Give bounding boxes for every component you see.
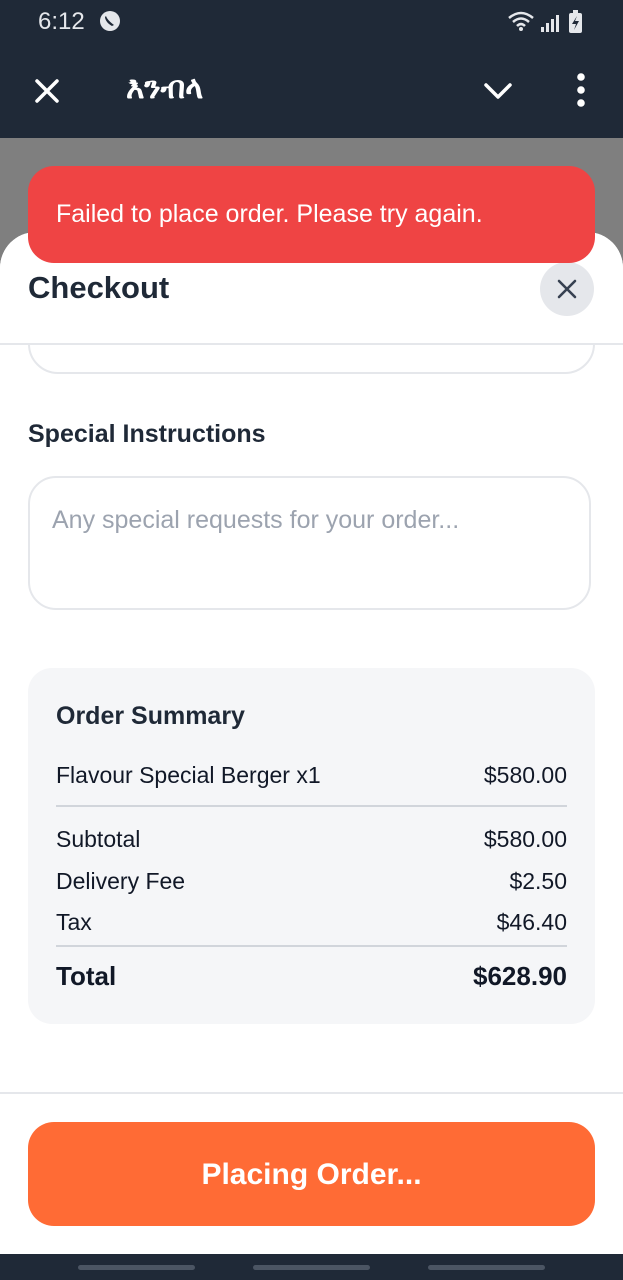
total-value: $628.90	[473, 961, 567, 991]
app-bar: እንብላ	[0, 44, 623, 138]
tax-label: Tax	[56, 909, 92, 935]
subtotal-label: Subtotal	[56, 826, 141, 852]
close-sheet-button[interactable]	[540, 262, 594, 316]
divider	[56, 945, 567, 947]
subtotal-row: Subtotal $580.00	[56, 826, 567, 858]
status-bar: 6:12	[0, 0, 623, 44]
subtotal-value: $580.00	[483, 826, 567, 852]
total-row: Total $628.90	[56, 961, 567, 993]
error-toast-message: Failed to place order. Please try again.	[56, 200, 483, 228]
order-item-row: Flavour Special Berger x1 $580.00	[56, 762, 567, 794]
close-icon[interactable]	[30, 74, 64, 108]
signal-icon	[541, 15, 559, 32]
nav-back-handle[interactable]	[428, 1265, 545, 1270]
status-icons	[508, 10, 582, 33]
place-order-button[interactable]: Placing Order...	[28, 1122, 595, 1226]
total-label: Total	[56, 961, 117, 991]
order-summary-title: Order Summary	[56, 702, 245, 730]
app-notification-icon	[100, 11, 120, 31]
footer-divider	[0, 1092, 623, 1094]
close-icon	[557, 279, 577, 299]
wifi-icon	[508, 11, 534, 31]
sheet-title: Checkout	[28, 270, 170, 305]
error-toast: Failed to place order. Please try again.	[28, 166, 595, 263]
nav-recents-handle[interactable]	[78, 1265, 195, 1270]
divider	[56, 805, 567, 807]
tax-value: $46.40	[496, 909, 567, 935]
checkout-sheet: Checkout Special Instructions Any specia…	[0, 232, 623, 1254]
special-instructions-placeholder: Any special requests for your order...	[52, 506, 460, 534]
delivery-fee-value: $2.50	[509, 868, 567, 894]
special-instructions-label: Special Instructions	[28, 420, 266, 448]
chevron-down-icon[interactable]	[480, 76, 516, 106]
system-nav-bar	[0, 1254, 623, 1280]
order-item-name: Flavour Special Berger x1	[56, 762, 321, 788]
delivery-fee-label: Delivery Fee	[56, 868, 186, 894]
status-time: 6:12	[38, 8, 85, 35]
battery-charging-icon	[569, 10, 582, 33]
more-vertical-icon[interactable]	[568, 70, 594, 110]
special-instructions-input[interactable]: Any special requests for your order...	[28, 476, 591, 610]
app-title: እንብላ	[126, 70, 204, 106]
order-item-price: $580.00	[483, 762, 567, 788]
order-summary: Order Summary Flavour Special Berger x1 …	[28, 668, 595, 1024]
nav-home-handle[interactable]	[253, 1265, 370, 1270]
delivery-fee-row: Delivery Fee $2.50	[56, 868, 567, 900]
tax-row: Tax $46.40	[56, 909, 567, 941]
